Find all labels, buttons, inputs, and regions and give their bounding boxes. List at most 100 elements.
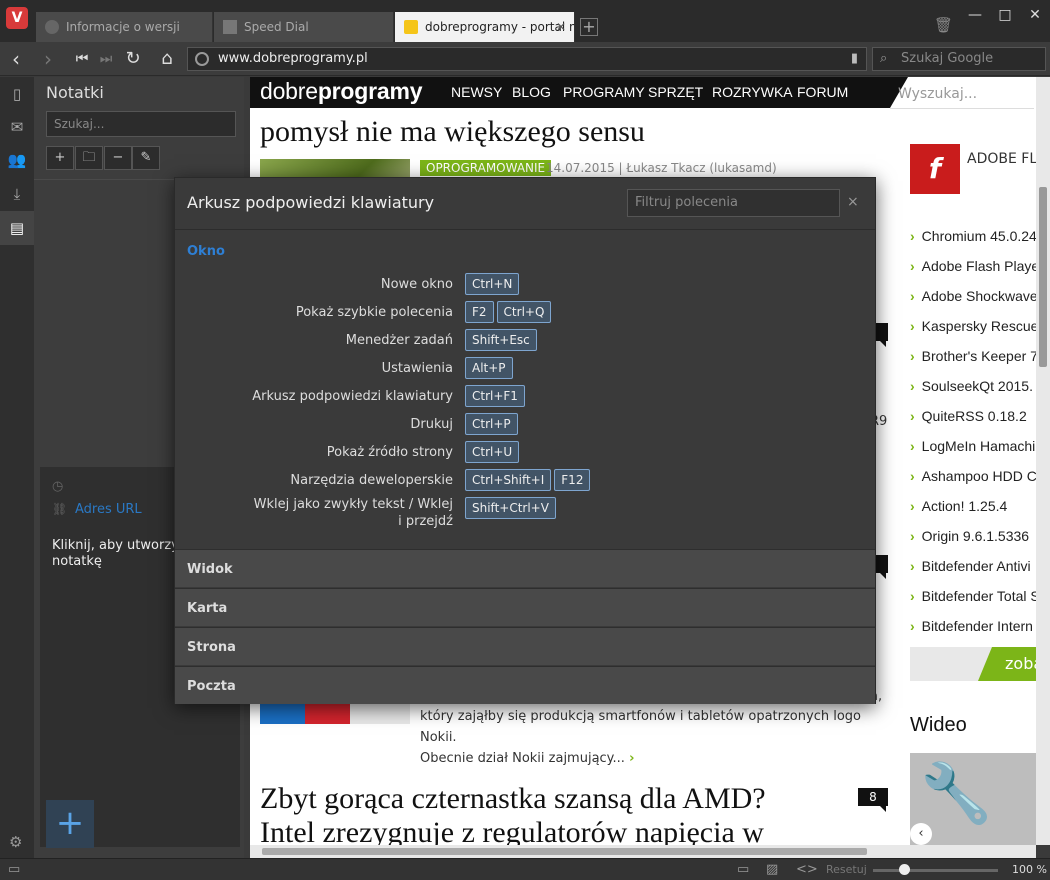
close-icon[interactable]: × [847,194,859,210]
zoom-slider-knob[interactable] [898,864,910,875]
program-link[interactable]: SoulseekQt 2015. [910,378,1036,394]
key-badge[interactable]: Ctrl+F1 [465,385,525,407]
code-icon[interactable]: <> [796,862,818,877]
nav-blog[interactable]: BLOG [512,84,551,100]
search-icon: ⌕ [880,51,888,66]
see-more-button[interactable]: zoba [978,647,1036,681]
link-icon: ⛓ [52,502,68,516]
program-link[interactable]: Bitdefender Antivi [910,558,1036,574]
program-link[interactable]: Chromium 45.0.24 [910,228,1036,244]
comment-count-badge[interactable]: 8 [858,788,888,812]
program-link[interactable]: Action! 1.25.4 [910,498,1036,514]
chevron-left-icon[interactable]: ‹ [910,823,932,845]
edit-note-icon[interactable]: ✎ [132,146,160,170]
downloads-icon[interactable]: ⤓ [0,177,34,211]
program-link[interactable]: Adobe Shockwave [910,288,1036,304]
key-badge[interactable]: F2 [465,301,494,323]
program-link[interactable]: Bitdefender Total S [910,588,1036,604]
tiling-icon[interactable]: ▭ [737,862,749,877]
flash-logo-icon[interactable]: f [910,144,960,194]
key-badge[interactable]: Shift+Esc [465,329,537,351]
reload-icon[interactable]: ↻ [121,47,145,71]
nav-sprzet[interactable]: SPRZĘT [648,84,703,100]
home-icon[interactable]: ⌂ [155,47,179,71]
key-badge[interactable]: F12 [554,469,591,491]
program-link[interactable]: Adobe Flash Playe [910,258,1036,274]
close-tab-icon[interactable]: ✕ [556,12,566,42]
vertical-scrollbar[interactable] [1036,77,1050,845]
forward-icon[interactable]: › [36,47,60,71]
image-icon[interactable]: ▨ [766,862,778,877]
nav-forum[interactable]: FORUM [797,84,848,100]
bookmarks-icon[interactable]: ▯ [0,77,34,111]
program-link[interactable]: Ashampoo HDD Co [910,468,1036,484]
video-thumbnail[interactable]: 🔧 ‹ [910,753,1036,845]
add-note-button[interactable]: + [46,146,74,170]
section-view[interactable]: Widok [175,549,875,587]
section-window[interactable]: Okno [187,244,225,259]
delete-note-button[interactable]: − [104,146,132,170]
rewind-icon[interactable]: ⏮ [70,47,94,71]
filter-commands-input[interactable]: Filtruj polecenia [627,189,840,217]
read-more-link[interactable]: › [629,751,634,766]
key-badge[interactable]: Ctrl+Q [496,301,552,323]
add-note-large-button[interactable]: + [46,800,94,848]
site-sidebar: f ADOBE FLASH PLA Chromium 45.0.24 Adobe… [910,77,1036,845]
note-url-field[interactable]: Adres URL [75,502,142,517]
scroll-thumb[interactable] [262,848,867,855]
category-badge[interactable]: OPROGRAMOWANIE [420,160,552,176]
clock-icon: ◷ [52,479,64,494]
notes-icon[interactable]: ▤ [0,211,34,245]
program-link[interactable]: Kaspersky Rescue [910,318,1036,334]
nav-programy[interactable]: PROGRAMY [563,84,645,100]
key-badge[interactable]: Alt+P [465,357,513,379]
excerpt-line: Obecnie dział Nokii zajmujący... [420,751,625,766]
tab-dobreprogramy[interactable]: dobreprogramy - portal nie ✕ [395,12,575,42]
tab-speed-dial[interactable]: Speed Dial [214,12,394,42]
minimize-icon[interactable]: — [960,4,990,26]
contacts-icon[interactable]: 👥 [0,143,34,177]
section-page[interactable]: Strona [175,627,875,665]
zoom-reset-button[interactable]: Resetuj [826,863,867,876]
notes-search-input[interactable]: Szukaj... [46,111,236,137]
program-link[interactable]: QuiteRSS 0.18.2 [910,408,1036,424]
search-field[interactable]: ⌕ Szukaj Google [872,47,1046,71]
featured-program[interactable]: ADOBE FLASH PLA [967,150,1036,168]
nav-newsy[interactable]: NEWSY [451,84,502,100]
article-headline[interactable]: pomysł nie ma większego sensu [260,115,850,149]
program-link[interactable]: Origin 9.6.1.5336 [910,528,1036,544]
back-icon[interactable]: ‹ [4,47,28,71]
section-mail[interactable]: Poczta [175,666,875,704]
zoom-slider[interactable] [873,864,998,875]
panel-toggle-icon[interactable]: ▭ [8,862,20,877]
scroll-thumb[interactable] [1039,187,1047,367]
vivaldi-menu-icon[interactable]: V [6,7,28,29]
settings-gear-icon[interactable]: ⚙ [9,833,22,851]
maximize-icon[interactable]: □ [990,4,1020,26]
bookmark-icon[interactable]: ▮ [851,48,858,70]
program-link[interactable]: Brother's Keeper 7 [910,348,1036,364]
nav-rozrywka[interactable]: ROZRYWKA [712,84,793,100]
shortcut-row: Narzędzia deweloperskie Ctrl+Shift+I F12 [175,469,875,494]
site-info-icon[interactable] [195,52,209,66]
article-headline[interactable]: Zbyt gorąca czternastka szansą dla AMD? … [260,782,850,845]
program-link[interactable]: LogMeIn Hamachi [910,438,1036,454]
key-badge[interactable]: Ctrl+U [465,441,520,463]
key-badge[interactable]: Ctrl+Shift+I [465,469,552,491]
address-field[interactable]: www.dobreprogramy.pl ▮ [187,47,867,71]
mail-icon[interactable]: ✉ [0,110,34,144]
address-toolbar: ‹ › ⏮ ⏭ ↻ ⌂ www.dobreprogramy.pl ▮ ⌕ Szu… [0,42,1050,76]
section-tab[interactable]: Karta [175,588,875,626]
trash-icon[interactable]: 🗑 [934,16,953,36]
horizontal-scrollbar[interactable] [250,845,1036,858]
key-badge[interactable]: Ctrl+N [465,273,520,295]
key-badge[interactable]: Shift+Ctrl+V [465,497,556,519]
program-link[interactable]: Bitdefender Intern [910,618,1036,634]
new-folder-icon[interactable]: 🗀 [75,146,103,170]
tab-release-notes[interactable]: Informacje o wersji [36,12,213,42]
close-window-icon[interactable]: ✕ [1020,4,1050,26]
site-logo[interactable]: dobreprogramy [260,78,423,105]
new-tab-button[interactable]: + [580,18,598,36]
key-badge[interactable]: Ctrl+P [465,413,518,435]
fast-forward-icon[interactable]: ⏭ [94,47,118,71]
